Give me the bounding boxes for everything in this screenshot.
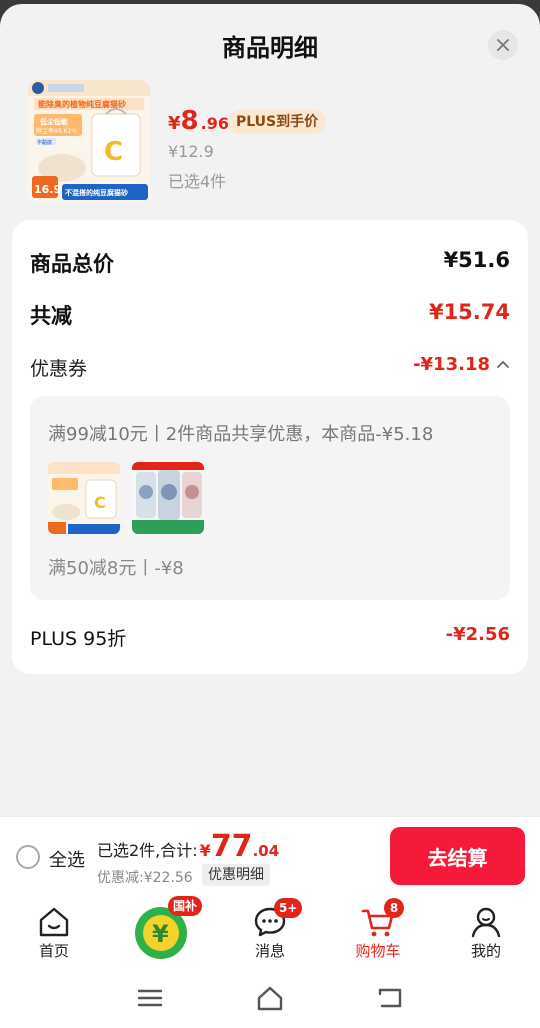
svg-text:不混搭的纯豆腐猫砂: 不混搭的纯豆腐猫砂 [65, 188, 128, 197]
coupon-item-thumb-snack[interactable] [132, 462, 204, 534]
coupon-detail-box: 满99减10元丨2件商品共享优惠，本商品-¥5.18 C 满50减8元丨-¥8 [30, 396, 510, 600]
select-all-label[interactable]: 全选 [49, 846, 85, 872]
tab-cart[interactable]: 8 购物车 [338, 892, 418, 966]
system-nav-bar [0, 966, 540, 1028]
svg-text:不黏底: 不黏底 [37, 139, 52, 146]
total-prefix: 已选2件,合计: [97, 841, 198, 860]
total-decimal: .04 [252, 842, 280, 860]
checkout-button[interactable]: 去结算 [390, 827, 525, 885]
tab-subsidy[interactable]: ¥ 国补 [122, 892, 202, 966]
tab-cart-label: 购物车 [355, 942, 401, 960]
coupon-description: 满99减10元丨2件商品共享优惠，本商品-¥5.18 [48, 424, 434, 445]
message-badge: 5+ [274, 898, 303, 918]
chevron-up-icon[interactable] [494, 356, 512, 374]
tab-messages[interactable]: 5+ 消息 [230, 892, 310, 966]
bottom-tab-bar: 首页 ¥ 国补 5+ 消息 8 购物车 我的 [0, 892, 540, 966]
product-price: ¥ 8 .96 [168, 106, 229, 136]
price-symbol: ¥ [168, 113, 181, 134]
price-decimal: .96 [200, 114, 229, 133]
price-integer: 8 [180, 106, 199, 136]
price-breakdown-card: 商品总价 ¥51.6 共减 ¥15.74 优惠券 -¥13.18 满99减10元… [12, 220, 528, 674]
plus-discount-label: PLUS 95折 [30, 628, 127, 650]
home-nav-icon[interactable] [256, 984, 284, 1012]
tab-profile-label: 我的 [470, 942, 501, 960]
original-price: ¥12.9 [168, 142, 214, 161]
svg-text:C: C [104, 137, 123, 167]
home-icon [39, 907, 69, 937]
svg-text:能除臭的植物纯豆腐猫砂: 能除臭的植物纯豆腐猫砂 [38, 99, 126, 109]
checkout-bar: 全选 已选2件,合计: ¥ 77 .04 优惠减:¥22.56 优惠明细 去结算 [0, 816, 540, 892]
close-button[interactable] [488, 30, 518, 60]
product-image[interactable]: 能除臭的植物纯豆腐猫砂 低尘低敏 除尘率99.61% 不黏底 C 16.9 不混… [28, 80, 150, 202]
discount-detail-button[interactable]: 优惠明细 [202, 864, 270, 886]
back-icon[interactable] [376, 984, 404, 1012]
total-symbol: ¥ [199, 841, 211, 860]
discount-amount: 优惠减:¥22.56 [97, 870, 193, 886]
total-value: ¥51.6 [443, 248, 510, 272]
coupon-label: 优惠券 [30, 358, 88, 380]
profile-icon [471, 907, 501, 938]
reduced-value: ¥15.74 [428, 300, 510, 324]
svg-text:¥: ¥ [152, 920, 169, 948]
tab-profile[interactable]: 我的 [446, 892, 526, 966]
tab-messages-label: 消息 [254, 942, 285, 960]
coupon-value[interactable]: -¥13.18 [413, 354, 490, 375]
tab-home-label: 首页 [38, 942, 69, 960]
svg-text:低尘低敏: 低尘低敏 [39, 117, 69, 126]
page-title: 商品明细 [222, 34, 318, 62]
close-icon [497, 39, 509, 51]
tab-home[interactable]: 首页 [14, 892, 94, 966]
total-label: 商品总价 [30, 252, 114, 276]
select-all-checkbox[interactable] [16, 845, 40, 869]
svg-text:除尘率99.61%: 除尘率99.61% [36, 127, 77, 135]
coupon-description-2: 满50减8元丨-¥8 [48, 558, 184, 579]
sheet-header: 商品明细 [0, 4, 540, 84]
total-integer: 77 [210, 829, 253, 864]
selected-count: 已选4件 [168, 172, 227, 191]
checkout-total: 已选2件,合计: ¥ 77 .04 [97, 829, 279, 864]
detail-sheet: 商品明细 能除臭的植物纯豆腐猫砂 低尘低敏 除尘率99.61% 不黏底 C 16… [0, 4, 540, 1028]
cart-badge: 8 [384, 898, 404, 918]
reduced-label: 共减 [30, 304, 72, 328]
menu-icon[interactable] [136, 984, 164, 1012]
subsidy-badge: 国补 [168, 896, 202, 916]
svg-text:C: C [94, 493, 106, 512]
svg-text:16.9: 16.9 [34, 183, 61, 196]
coupon-item-thumb-litter[interactable]: C [48, 462, 120, 534]
plus-price-tag: PLUS到手价 [228, 110, 327, 134]
plus-discount-value: -¥2.56 [445, 624, 510, 645]
